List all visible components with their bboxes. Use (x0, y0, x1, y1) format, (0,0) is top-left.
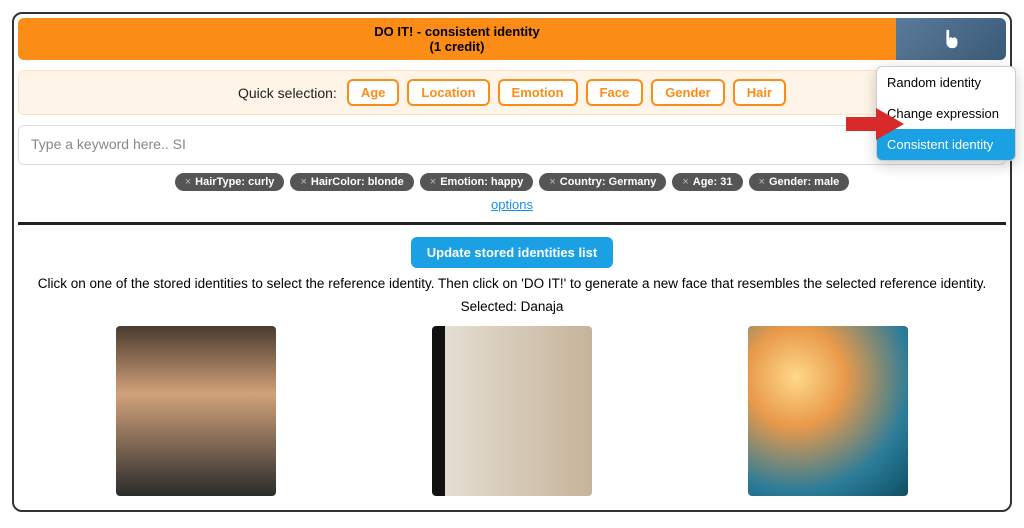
keyword-row (18, 125, 1006, 165)
selected-row: Selected: Danaja (18, 299, 1006, 314)
identity-thumb-3[interactable] (748, 326, 908, 496)
tag-hairtype[interactable]: ×HairType: curly (175, 173, 285, 191)
quick-age[interactable]: Age (347, 79, 400, 106)
mode-dropdown: Random identity Change expression Consis… (876, 66, 1016, 161)
selected-name: Danaja (521, 299, 564, 314)
quick-gender[interactable]: Gender (651, 79, 725, 106)
tag-age[interactable]: ×Age: 31 (672, 173, 742, 191)
keyword-input[interactable] (31, 136, 993, 152)
identity-thumb-2[interactable] (432, 326, 592, 496)
quick-selection-row: Quick selection: Age Location Emotion Fa… (18, 70, 1006, 115)
tags-row: ×HairType: curly ×HairColor: blonde ×Emo… (18, 173, 1006, 191)
main-panel: DO IT! - consistent identity (1 credit) … (12, 12, 1012, 512)
do-it-title: DO IT! - consistent identity (18, 24, 896, 39)
do-it-sub: (1 credit) (18, 39, 896, 54)
do-it-bar: DO IT! - consistent identity (1 credit) (18, 18, 1006, 60)
options-row: options (18, 197, 1006, 212)
close-icon: × (682, 176, 688, 188)
tag-gender[interactable]: ×Gender: male (749, 173, 850, 191)
close-icon: × (300, 176, 306, 188)
pointer-icon (940, 28, 962, 50)
close-icon: × (185, 176, 191, 188)
quick-face[interactable]: Face (586, 79, 644, 106)
options-link[interactable]: options (491, 197, 533, 212)
identities-row (18, 326, 1006, 506)
quick-emotion[interactable]: Emotion (498, 79, 578, 106)
dropdown-change-expression[interactable]: Change expression (877, 98, 1015, 129)
dropdown-random-identity[interactable]: Random identity (877, 67, 1015, 98)
identity-thumb-1[interactable] (116, 326, 276, 496)
update-identities-button[interactable]: Update stored identities list (411, 237, 613, 268)
do-it-dropdown-toggle[interactable] (896, 18, 1006, 60)
tag-haircolor[interactable]: ×HairColor: blonde (290, 173, 413, 191)
close-icon: × (759, 176, 765, 188)
tag-country[interactable]: ×Country: Germany (539, 173, 666, 191)
close-icon: × (549, 176, 555, 188)
update-row: Update stored identities list (18, 237, 1006, 268)
dropdown-consistent-identity[interactable]: Consistent identity (877, 129, 1015, 160)
quick-hair[interactable]: Hair (733, 79, 786, 106)
instructions-text: Click on one of the stored identities to… (18, 276, 1006, 291)
do-it-button[interactable]: DO IT! - consistent identity (1 credit) (18, 18, 896, 60)
tag-emotion[interactable]: ×Emotion: happy (420, 173, 534, 191)
selected-prefix: Selected: (461, 299, 521, 314)
divider (18, 222, 1006, 225)
quick-selection-label: Quick selection: (238, 85, 337, 101)
quick-location[interactable]: Location (407, 79, 489, 106)
close-icon: × (430, 176, 436, 188)
